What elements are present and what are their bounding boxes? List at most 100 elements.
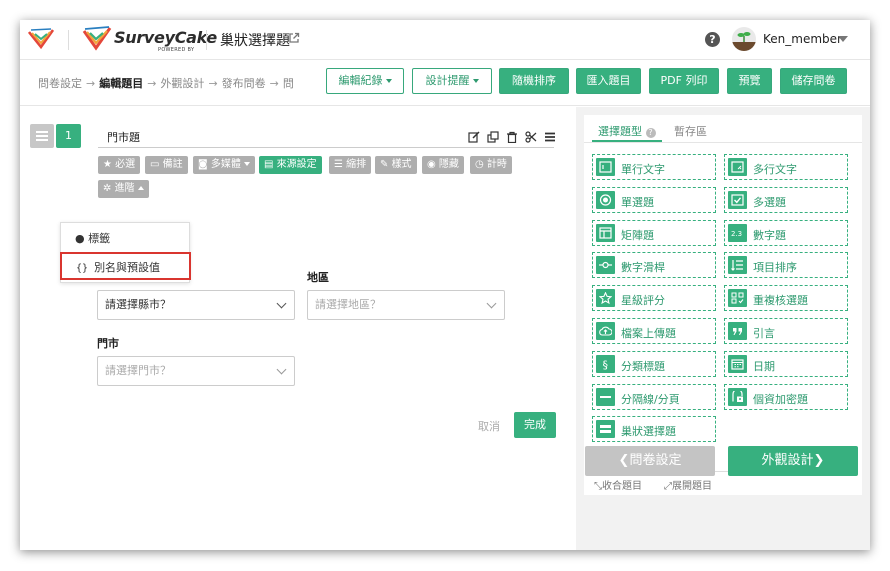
question-type-1[interactable]: 多行文字 — [724, 154, 848, 180]
hide-chip[interactable]: ◉ 隱藏 — [422, 156, 464, 174]
question-type-0[interactable]: 單行文字 — [592, 154, 716, 180]
username[interactable]: Ken_member — [763, 32, 842, 46]
camera-icon: ◙ — [198, 159, 211, 170]
tag-icon: ● — [75, 232, 89, 245]
active-tab-indicator — [592, 140, 662, 142]
question-type-6[interactable]: 數字滑桿 — [592, 252, 716, 279]
edit-log-button[interactable]: 編輯紀錄 — [326, 68, 404, 94]
region-select[interactable]: 請選擇地區？ — [307, 290, 505, 320]
tab-temp-storage[interactable]: 暫存區 — [674, 123, 707, 139]
question-type-label: 分隔線/分頁 — [621, 392, 680, 406]
source-settings-chip[interactable]: ▤ 來源設定 — [259, 156, 322, 174]
crumb-arrow-icon: → — [147, 77, 157, 90]
question-type-13[interactable]: 日期 — [724, 350, 848, 377]
eye-icon: ◉ — [427, 159, 439, 170]
question-type-label: 數字滑桿 — [621, 261, 665, 275]
surveycake-mini-logo-icon[interactable] — [28, 28, 54, 50]
collapse-label: 收合題目 — [602, 481, 642, 492]
question-type-8[interactable]: 星級評分 — [592, 285, 716, 312]
design-reminder-label: 設計提醒 — [425, 74, 470, 87]
cancel-button[interactable]: 取消 — [478, 418, 500, 434]
edit-log-label: 編輯紀錄 — [338, 74, 383, 87]
svg-text:2.3: 2.3 — [731, 230, 742, 238]
user-menu-caret-icon[interactable] — [838, 36, 848, 42]
tag-label: 標籤 — [88, 232, 111, 245]
next-step-button[interactable]: 外觀設計❯ — [728, 446, 858, 476]
dropdown-item-tag[interactable]: ● 標籤 — [61, 225, 191, 253]
indent-label: 縮排 — [346, 159, 367, 170]
number-icon: 2.3 — [728, 223, 747, 242]
city-select[interactable]: 請選擇縣市？ — [97, 290, 295, 320]
question-type-label: 檔案上傳題 — [621, 327, 676, 340]
crumb-arrow-icon: → — [269, 77, 279, 90]
avatar[interactable] — [732, 27, 756, 51]
question-type-4[interactable]: 矩陣題 — [592, 219, 716, 246]
advanced-chip[interactable]: ✲ 進階 — [98, 180, 149, 198]
survey-title: 巢狀選擇題 — [220, 33, 290, 49]
surveycake-logo-icon[interactable] — [82, 26, 112, 52]
question-type-panel: 選擇題型 ? 暫存區 單行文字 多行文字單選題 多選題 矩陣題 2.3 數字題數字滑桿 項目… — [576, 107, 870, 550]
question-type-12[interactable]: § 分類標題 — [592, 350, 716, 377]
dropdown-item-alias-default[interactable]: {} 別名與預設值 — [60, 252, 191, 280]
note-label: 備註 — [162, 159, 183, 170]
shuffle-button[interactable]: 隨機排序 — [499, 68, 569, 94]
question-type-11[interactable]: 引言 — [724, 318, 848, 344]
crumb-truncated[interactable]: 問 — [283, 77, 294, 90]
star-icon — [596, 289, 615, 308]
media-chip[interactable]: ◙ 多媒體 — [193, 156, 255, 174]
question-type-label: 分類標題 — [621, 359, 665, 373]
chevron-down-icon — [385, 79, 392, 83]
question-type-7[interactable]: 項目排序 — [724, 252, 848, 279]
chevron-right-icon: ❯ — [813, 453, 825, 468]
crumb-edit-questions[interactable]: 編輯題目 — [99, 77, 143, 90]
question-type-14[interactable]: 分隔線/分頁 — [592, 383, 716, 410]
drag-handle-icon[interactable] — [30, 124, 54, 148]
crumb-publish[interactable]: 發布問卷 — [222, 77, 266, 90]
app-window: SurveyCake POWERED BY 巢狀選擇題 ? Ken_member… — [20, 20, 870, 550]
brand-name: SurveyCake — [114, 28, 217, 47]
import-button[interactable]: 匯入題目 — [576, 68, 641, 94]
divider-icon — [596, 387, 615, 406]
trash-icon[interactable] — [506, 131, 518, 143]
question-type-2[interactable]: 單選題 — [592, 186, 716, 213]
prev-step-button[interactable]: ❮問卷設定 — [585, 446, 715, 476]
question-type-16[interactable]: 巢狀選擇題 — [592, 416, 716, 443]
collapse-questions-link[interactable]: ⤡收合題目 — [594, 477, 642, 492]
question-type-label: 項目排序 — [753, 261, 797, 275]
pdf-print-button[interactable]: PDF 列印 — [649, 68, 719, 94]
indent-chip[interactable]: ☰ 縮排 — [329, 156, 372, 174]
question-type-10[interactable]: 檔案上傳題 — [592, 318, 716, 344]
lock-icon — [728, 387, 747, 406]
store-select[interactable]: 請選擇門市？ — [97, 356, 295, 386]
required-chip[interactable]: ★ 必選 — [98, 156, 141, 174]
crumb-appearance[interactable]: 外觀設計 — [160, 77, 204, 90]
expand-questions-link[interactable]: ⤢展開題目 — [664, 477, 712, 492]
external-link-icon[interactable] — [288, 32, 300, 44]
timer-chip[interactable]: ◷ 計時 — [470, 156, 512, 174]
preview-button[interactable]: 預覽 — [727, 68, 772, 94]
done-button[interactable]: 完成 — [514, 412, 556, 438]
menu-icon[interactable] — [544, 131, 556, 143]
scissors-icon[interactable] — [525, 131, 537, 143]
single-line-text-icon — [596, 158, 615, 176]
help-icon[interactable]: ? — [705, 32, 720, 47]
question-title-input[interactable]: 門市題 — [107, 129, 140, 145]
note-chip[interactable]: ▭ 備註 — [145, 156, 188, 174]
question-type-label: 單選題 — [621, 195, 654, 209]
design-reminder-button[interactable]: 設計提醒 — [412, 68, 492, 94]
question-type-label: 多行文字 — [753, 163, 797, 176]
copy-icon[interactable] — [487, 131, 499, 143]
help-circle-icon[interactable]: ? — [645, 128, 656, 138]
crumb-survey-settings[interactable]: 問卷設定 — [38, 77, 82, 90]
braces-icon: {} — [76, 263, 95, 274]
question-type-5[interactable]: 2.3 數字題 — [724, 219, 848, 246]
tab-question-types[interactable]: 選擇題型 ? — [598, 123, 656, 139]
question-type-3[interactable]: 多選題 — [724, 186, 848, 213]
style-chip[interactable]: ✎ 樣式 — [375, 156, 417, 174]
next-step-label: 外觀設計 — [761, 453, 814, 468]
chevron-up-icon — [137, 186, 144, 190]
question-type-15[interactable]: 個資加密題 — [724, 383, 848, 410]
question-type-9[interactable]: 重複核選題 — [724, 285, 848, 312]
edit-icon[interactable] — [468, 131, 480, 143]
save-survey-button[interactable]: 儲存問卷 — [780, 68, 847, 94]
